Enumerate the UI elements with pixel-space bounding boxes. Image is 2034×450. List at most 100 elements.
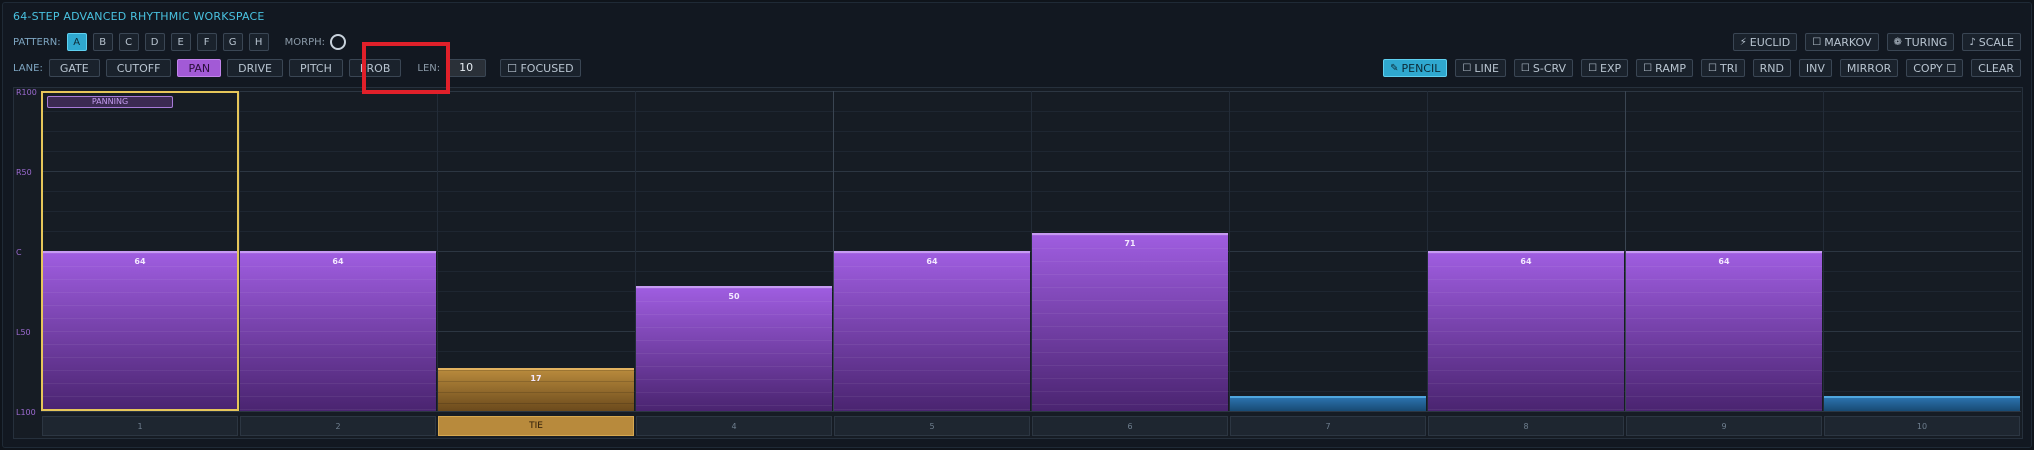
exp-icon: ☐ — [1588, 62, 1598, 74]
step-value-label: 64 — [926, 257, 938, 266]
copy-label: COPY ☐ — [1913, 61, 1957, 75]
pattern-button-e[interactable]: E — [170, 33, 191, 51]
tri-label: TRI — [1719, 61, 1738, 75]
step-index-row: 1 2 TIE 4 5 6 7 8 9 10 — [41, 416, 2021, 436]
tool-clear-button[interactable]: CLEAR — [1971, 59, 2021, 77]
s-crv-icon: ☐ — [1520, 62, 1530, 74]
lane-tag: PANNING — [47, 96, 173, 108]
rnd-label: RND — [1759, 61, 1784, 75]
step-index-cell[interactable]: 6 — [1032, 416, 1228, 436]
pattern-button-g[interactable]: G — [222, 33, 243, 51]
s-crv-label: S-CRV — [1532, 61, 1567, 75]
step-index-cell[interactable]: 2 — [240, 416, 436, 436]
app-title: 64-STEP ADVANCED RHYTHMIC WORKSPACE — [13, 10, 265, 23]
step-bar[interactable] — [1230, 396, 1426, 411]
step-value-label: 17 — [530, 374, 542, 383]
lane-button-cutoff[interactable]: CUTOFF — [105, 59, 172, 77]
pattern-button-d[interactable]: D — [144, 33, 165, 51]
step-index-cell[interactable]: 7 — [1230, 416, 1426, 436]
lane-row: LANE: GATE CUTOFF PAN DRIVE PITCH PROB LEN: 1… — [13, 58, 581, 78]
grid-vline — [437, 91, 438, 411]
tool-rnd-button[interactable]: RND — [1752, 59, 1791, 77]
tool-ramp-button[interactable]: ☐ RAMP — [1636, 59, 1693, 77]
clear-label: CLEAR — [1978, 61, 2014, 75]
tool-copy-button[interactable]: COPY ☐ — [1906, 59, 1964, 77]
generator-toolbar: ⚡ EUCLID ☐ MARKOV ❁ TURING ♪ SCALE — [1725, 32, 2021, 52]
focused-toggle[interactable]: ☐ FOCUSED — [500, 59, 581, 77]
tool-line-button[interactable]: ☐ LINE — [1455, 59, 1506, 77]
ramp-label: RAMP — [1655, 61, 1686, 75]
pattern-button-b[interactable]: B — [92, 33, 113, 51]
step-bar[interactable]: 17 — [438, 368, 634, 411]
tool-s-crv-button[interactable]: ☐ S-CRV — [1513, 59, 1574, 77]
y-axis-label: R100 — [16, 88, 37, 97]
scale-label: SCALE — [1978, 35, 2014, 49]
pencil-icon: ✎ — [1390, 62, 1399, 74]
generator-scale-button[interactable]: ♪ SCALE — [1962, 33, 2021, 51]
pattern-button-c[interactable]: C — [118, 33, 139, 51]
tool-tri-button[interactable]: ☐ TRI — [1701, 59, 1745, 77]
grid-vline — [1229, 91, 1230, 411]
step-index-cell[interactable]: 9 — [1626, 416, 1822, 436]
step-bar[interactable]: 64 — [834, 251, 1030, 411]
lane-button-pan[interactable]: PAN — [177, 59, 222, 77]
pattern-label: PATTERN: — [13, 36, 61, 48]
pattern-button-h[interactable]: H — [248, 33, 269, 51]
lane-button-group: GATE CUTOFF PAN DRIVE PITCH PROB — [48, 59, 408, 77]
y-axis-label: L50 — [16, 328, 31, 337]
step-bar[interactable]: 71 — [1032, 233, 1228, 411]
workspace-frame: 64-STEP ADVANCED RHYTHMIC WORKSPACE PATT… — [2, 2, 2032, 448]
step-value-label: 64 — [1718, 257, 1730, 266]
step-bar[interactable] — [1824, 396, 2020, 411]
markov-icon: ☐ — [1812, 36, 1822, 48]
len-highlight-box — [362, 42, 450, 94]
tri-icon: ☐ — [1708, 62, 1717, 74]
draw-tool-toolbar: ✎ PENCIL ☐ LINE ☐ S-CRV ☐ EXP ☐ RAMP ☐ TRI RND INV MIR… — [1375, 58, 2021, 78]
step-editor-grid: R100 R50 C L50 L100 64 64 17 50 64 71 64 64 PANNING… — [13, 87, 2023, 439]
pattern-button-f[interactable]: F — [196, 33, 217, 51]
pattern-button-a[interactable]: A — [66, 33, 87, 51]
generator-euclid-button[interactable]: ⚡ EUCLID — [1732, 33, 1798, 51]
step-value-label: 71 — [1124, 239, 1136, 248]
pattern-row: PATTERN: ABCDEFGH MORPH: — [13, 32, 346, 52]
y-axis-label: L100 — [16, 408, 36, 417]
euclid-label: EUCLID — [1749, 35, 1791, 49]
tool-inv-button[interactable]: INV — [1798, 59, 1832, 77]
morph-knob[interactable] — [330, 34, 346, 50]
line-label: LINE — [1474, 61, 1499, 75]
pencil-label: PENCIL — [1401, 61, 1441, 75]
grid-hline — [41, 411, 2021, 412]
lane-label: LANE: — [13, 62, 43, 74]
step-plot[interactable]: 64 64 17 50 64 71 64 64 PANNING — [41, 91, 2021, 412]
step-index-cell[interactable]: 10 — [1824, 416, 2020, 436]
step-index-cell[interactable]: 4 — [636, 416, 832, 436]
step-index-cell[interactable]: 1 — [42, 416, 238, 436]
step-bar[interactable]: 64 — [240, 251, 436, 411]
y-axis-label: R50 — [16, 168, 32, 177]
generator-turing-button[interactable]: ❁ TURING — [1886, 33, 1955, 51]
markov-label: MARKOV — [1824, 35, 1872, 49]
step-bar[interactable]: 64 — [1428, 251, 1624, 411]
turing-icon: ❁ — [1893, 36, 1902, 48]
generator-markov-button[interactable]: ☐ MARKOV — [1805, 33, 1879, 51]
grid-vline — [1823, 91, 1824, 411]
step-bar[interactable]: 64 — [1626, 251, 1822, 411]
y-axis-label: C — [16, 248, 22, 257]
step-bar[interactable]: 50 — [636, 286, 832, 411]
tool-mirror-button[interactable]: MIRROR — [1839, 59, 1899, 77]
step-value-label: 64 — [1520, 257, 1532, 266]
mirror-label: MIRROR — [1846, 61, 1892, 75]
step-index-cell[interactable]: TIE — [438, 416, 634, 436]
lane-button-gate[interactable]: GATE — [48, 59, 100, 77]
line-icon: ☐ — [1462, 62, 1472, 74]
lane-button-pitch[interactable]: PITCH — [288, 59, 343, 77]
tool-exp-button[interactable]: ☐ EXP — [1581, 59, 1629, 77]
step-index-cell[interactable]: 5 — [834, 416, 1030, 436]
lane-button-drive[interactable]: DRIVE — [227, 59, 283, 77]
tool-pencil-button[interactable]: ✎ PENCIL — [1383, 59, 1448, 77]
selected-step-outline: PANNING — [41, 91, 239, 411]
step-index-cell[interactable]: 8 — [1428, 416, 1624, 436]
pattern-button-group: ABCDEFGH — [66, 33, 275, 51]
len-input[interactable]: 10 — [446, 59, 487, 77]
euclid-icon: ⚡ — [1739, 36, 1747, 48]
